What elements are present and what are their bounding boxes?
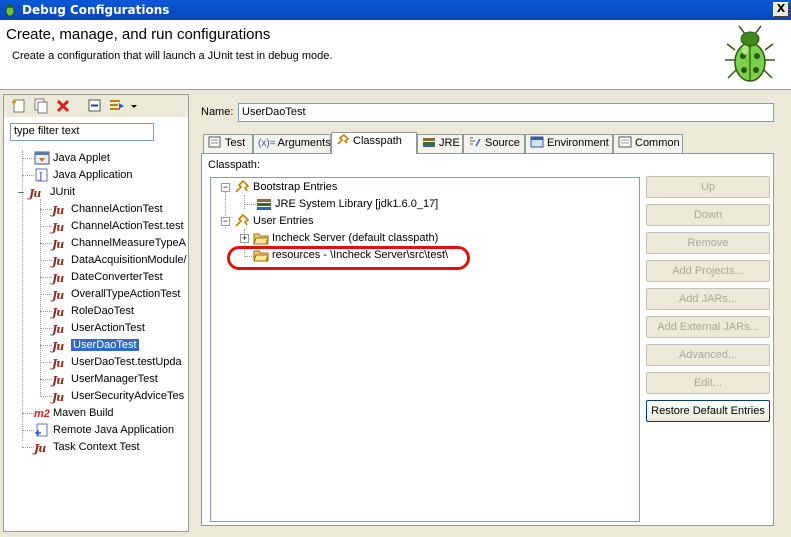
collapse-bootstrap-button[interactable]: − xyxy=(221,183,230,192)
classpath-icon xyxy=(337,134,350,145)
jre-library-icon xyxy=(257,198,271,210)
tree-item-junit[interactable]: − Ju JUnit xyxy=(16,184,75,201)
collapse-icon[interactable]: − xyxy=(16,185,26,199)
tab-jre[interactable]: JRE xyxy=(417,134,463,153)
chevron-down-icon[interactable] xyxy=(130,98,138,114)
duplicate-icon[interactable] xyxy=(33,98,49,114)
tree-item-channelmeasuretype[interactable]: Ju ChannelMeasureTypeA xyxy=(52,235,186,252)
restore-default-entries-button[interactable]: Restore Default Entries xyxy=(646,400,770,422)
bootstrap-entries[interactable]: Bootstrap Entries xyxy=(234,179,337,196)
tree-item-usermanagertest[interactable]: Ju UserManagerTest xyxy=(52,371,158,388)
tree-item-useractiontest[interactable]: Ju UserActionTest xyxy=(52,320,145,337)
java-applet-icon xyxy=(34,151,50,164)
arguments-icon: (x)= xyxy=(258,138,276,149)
remote-java-icon xyxy=(35,423,48,436)
advanced-button[interactable]: Advanced... xyxy=(646,344,770,366)
collapse-all-icon[interactable] xyxy=(87,98,103,114)
up-button[interactable]: Up xyxy=(646,176,770,198)
edit-button[interactable]: Edit... xyxy=(646,372,770,394)
source-icon xyxy=(470,137,481,147)
environment-icon xyxy=(530,136,544,148)
close-button[interactable]: X xyxy=(773,2,789,17)
configuration-list-panel: type filter text Java Applet J Java Appli… xyxy=(3,94,189,532)
delete-icon[interactable] xyxy=(55,98,71,114)
user-entries-icon xyxy=(235,213,250,227)
tree-item-dataacquisitionmodule[interactable]: Ju DataAcquisitionModule/ xyxy=(52,252,187,269)
down-button[interactable]: Down xyxy=(646,204,770,226)
debug-icon xyxy=(5,4,15,17)
tree-item-dateconvertertest[interactable]: Ju DateConverterTest xyxy=(52,269,163,286)
add-jars-button[interactable]: Add JARs... xyxy=(646,288,770,310)
tab-common[interactable]: Common xyxy=(613,134,683,153)
classpath-label: Classpath: xyxy=(208,159,260,171)
bootstrap-entries-icon xyxy=(235,179,250,193)
title-bar: Debug Configurations X xyxy=(0,0,791,20)
junit-icon: Ju xyxy=(52,356,64,370)
junit-icon: Ju xyxy=(52,373,64,387)
junit-icon: Ju xyxy=(52,305,64,319)
user-entries[interactable]: User Entries xyxy=(234,213,314,230)
tree-item-roledaotest[interactable]: Ju RoleDaoTest xyxy=(52,303,134,320)
window-title: Debug Configurations xyxy=(22,3,170,17)
jre-system-library[interactable]: JRE System Library [jdk1.6.0_17] xyxy=(256,196,438,213)
incheck-server-entry[interactable]: Incheck Server (default classpath) xyxy=(253,230,438,247)
tab-source[interactable]: Source xyxy=(463,134,525,153)
filter-icon[interactable] xyxy=(109,98,125,114)
junit-icon: Ju xyxy=(52,237,64,251)
junit-icon: Ju xyxy=(52,339,64,353)
tab-arguments[interactable]: (x)= Arguments xyxy=(253,134,331,153)
java-application-icon: J xyxy=(35,168,48,182)
tree-item-channelactiontest-test[interactable]: Ju ChannelActionTest.test xyxy=(52,218,184,235)
junit-icon: Ju xyxy=(52,390,64,404)
junit-icon: Ju xyxy=(52,220,64,234)
junit-icon: Ju xyxy=(52,254,64,268)
left-toolbar xyxy=(4,95,188,117)
junit-icon: Ju xyxy=(52,322,64,336)
junit-icon: Ju xyxy=(29,186,41,200)
header-title: Create, manage, and run configurations xyxy=(6,26,271,43)
classpath-panel: Classpath: − Bootstrap Entries JRE Syste… xyxy=(201,153,774,526)
name-label: Name: xyxy=(201,106,234,118)
expand-incheck-button[interactable]: + xyxy=(240,234,249,243)
tree-item-userdaotest[interactable]: Ju UserDaoTest xyxy=(52,337,139,354)
new-configuration-icon[interactable] xyxy=(11,98,27,114)
tree-item-java-application[interactable]: J Java Application xyxy=(34,167,133,184)
tree-item-overalltypeactiontest[interactable]: Ju OverallTypeActionTest xyxy=(52,286,180,303)
junit-icon: Ju xyxy=(52,203,64,217)
collapse-user-entries-button[interactable]: − xyxy=(221,217,230,226)
name-field[interactable]: UserDaoTest xyxy=(238,103,774,122)
tree-item-usersecurityadvicetes[interactable]: Ju UserSecurityAdviceTes xyxy=(52,388,184,405)
dialog-header: Create, manage, and run configurations C… xyxy=(0,20,791,90)
common-icon xyxy=(618,136,632,148)
tree-item-userdaotest-testupda[interactable]: Ju UserDaoTest.testUpda xyxy=(52,354,182,371)
tab-classpath[interactable]: Classpath xyxy=(331,132,417,154)
debug-bug-icon xyxy=(725,25,775,82)
remove-button[interactable]: Remove xyxy=(646,232,770,254)
tree-item-maven-build[interactable]: m2 Maven Build xyxy=(34,405,114,422)
tab-environment[interactable]: Environment xyxy=(525,134,613,153)
filter-input[interactable]: type filter text xyxy=(10,123,154,141)
junit-icon: Ju xyxy=(52,288,64,302)
project-folder-icon xyxy=(253,233,269,244)
tab-test[interactable]: Test xyxy=(203,134,253,153)
add-external-jars-button[interactable]: Add External JARs... xyxy=(646,316,770,338)
jre-icon xyxy=(423,138,435,148)
classpath-tree: − Bootstrap Entries JRE System Library [… xyxy=(210,177,640,522)
junit-icon: Ju xyxy=(52,271,64,285)
header-subtitle: Create a configuration that will launch … xyxy=(12,50,333,62)
annotation-highlight xyxy=(227,246,470,270)
config-tabs: Test (x)= Arguments Classpath JRE Source … xyxy=(201,132,781,154)
configuration-tree: Java Applet J Java Application − Ju JUnit J… xyxy=(4,149,188,529)
tree-item-task-context-test[interactable]: Ju Task Context Test xyxy=(34,439,140,456)
tree-item-java-applet[interactable]: Java Applet xyxy=(34,150,110,167)
tree-item-channelactiontest[interactable]: Ju ChannelActionTest xyxy=(52,201,163,218)
maven-m2-icon: m2 xyxy=(34,407,50,420)
test-tab-icon xyxy=(208,136,221,148)
tree-item-remote-java-application[interactable]: Remote Java Application xyxy=(34,422,174,439)
svg-text:J: J xyxy=(38,172,43,182)
task-context-icon: Ju xyxy=(34,441,46,455)
add-projects-button[interactable]: Add Projects... xyxy=(646,260,770,282)
